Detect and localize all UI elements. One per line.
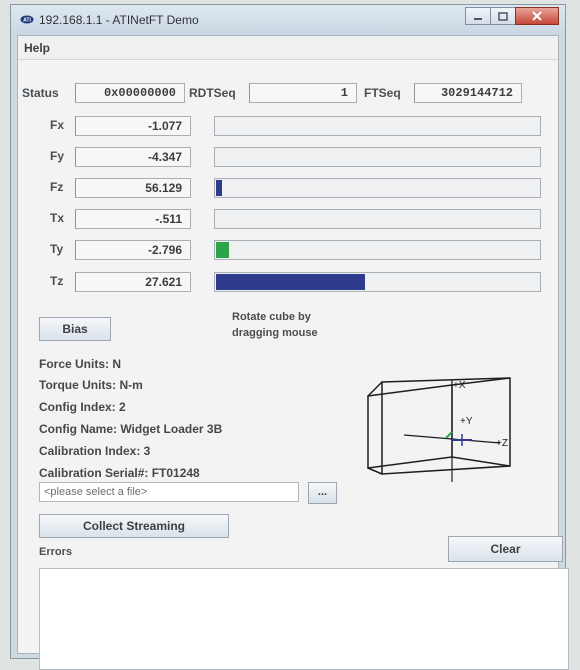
fx-value: -1.077 [75,116,191,136]
tx-bar [214,209,541,229]
ftseq-field: 3029144712 [414,83,522,103]
menu-bar: Help [18,36,558,60]
calibration-serial: Calibration Serial#: FT01248 [39,466,200,480]
bias-button[interactable]: Bias [39,317,111,341]
collect-streaming-button[interactable]: Collect Streaming [39,514,229,538]
ty-label: Ty [50,242,64,256]
force-units: Force Units: N [39,357,122,371]
cube-3d-view[interactable]: +X +Y +Z [360,374,530,489]
fy-bar [214,147,541,167]
config-index: Config Index: 2 [39,400,126,414]
ty-value: -2.796 [75,240,191,260]
cube-axis-x-label: +X [453,380,466,391]
torque-units: Torque Units: N-m [39,378,143,392]
cube-edge [367,467,383,475]
ati-logo-icon: ATI [20,15,34,24]
calibration-index: Calibration Index: 3 [39,444,151,458]
ty-bar-fill [216,242,229,258]
svg-text:ATI: ATI [23,18,31,24]
minimize-button[interactable] [465,7,491,25]
app-window: ATI 192.168.1.1 - ATINetFT Demo Help Sta… [10,4,569,670]
maximize-button[interactable] [490,7,516,25]
fz-value: 56.129 [75,178,191,198]
rdtseq-label: RDTSeq [189,86,236,100]
errors-textarea[interactable] [39,568,569,670]
browse-button[interactable]: ... [308,482,337,504]
status-field: 0x00000000 [75,83,185,103]
client-area: Help Status 0x00000000 RDTSeq 1 FTSeq 30… [17,35,569,670]
title-bar[interactable]: ATI 192.168.1.1 - ATINetFT Demo [11,5,565,35]
fy-label: Fy [50,149,65,163]
errors-label: Errors [39,546,73,558]
tx-label: Tx [50,211,65,225]
status-label: Status [22,86,59,100]
maximize-icon [498,11,508,21]
file-path-input[interactable]: <please select a file> [39,482,299,502]
clear-button[interactable]: Clear [448,536,563,562]
window-title: 192.168.1.1 - ATINetFT Demo [39,13,199,27]
fx-bar [214,116,541,136]
tz-bar-fill [216,274,365,290]
config-name: Config Name: Widget Loader 3B [39,422,223,436]
close-icon [532,11,542,21]
minimize-icon [474,18,482,20]
fz-bar-fill [216,180,222,196]
tz-bar [214,272,541,292]
cube-axis-z-label: +Z [496,438,508,449]
tz-label: Tz [50,274,64,288]
tz-value: 27.621 [75,272,191,292]
cube-axis-y-label: +Y [460,416,473,427]
ftseq-label: FTSeq [364,86,401,100]
rotate-hint-line2: dragging mouse [232,327,318,339]
fz-bar [214,178,541,198]
tx-value: -.511 [75,209,191,229]
close-button[interactable] [515,7,559,25]
cube-edge [451,456,511,467]
cube-front-face [367,384,453,469]
fz-label: Fz [50,180,64,194]
cube-axis-y-marker [445,431,453,439]
fx-label: Fx [50,118,65,132]
fy-value: -4.347 [75,147,191,167]
ty-bar [214,240,541,260]
menu-help[interactable]: Help [24,41,50,55]
rdtseq-field: 1 [249,83,357,103]
rotate-hint-line1: Rotate cube by [232,311,311,323]
